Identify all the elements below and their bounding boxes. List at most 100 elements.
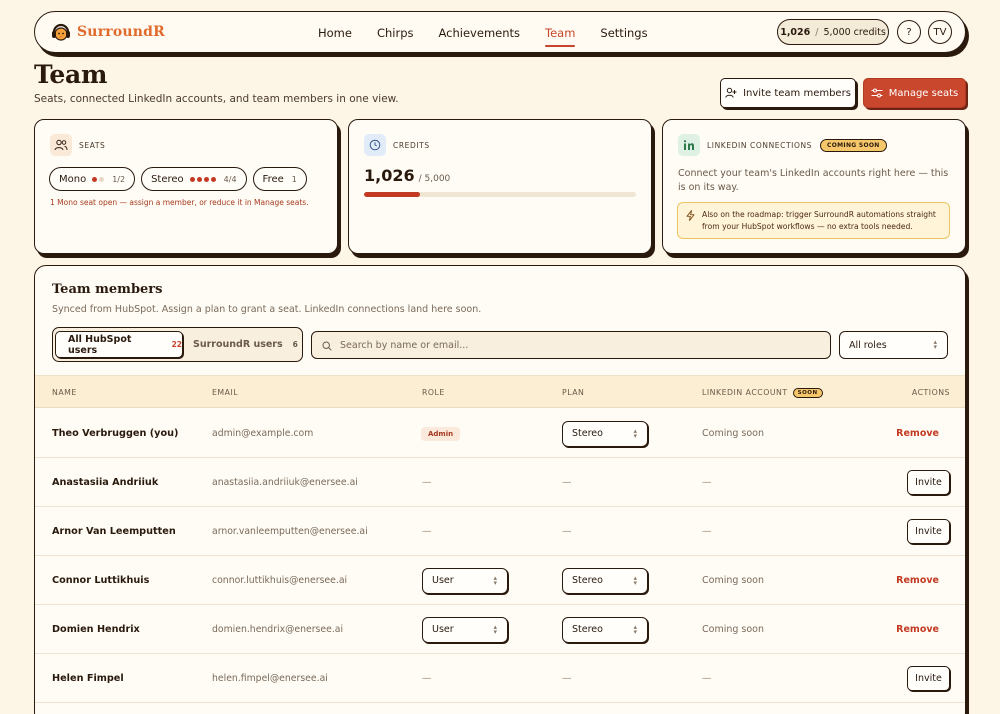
page-subtitle: Seats, connected LinkedIn accounts, and …: [34, 93, 399, 105]
member-plan: Stereo ▴ ▾: [562, 409, 648, 458]
member-actions: Remove: [896, 556, 950, 605]
credits-used-value: 1,026: [364, 166, 415, 185]
updown-icon: ▴ ▾: [933, 338, 937, 351]
member-email: admin@example.com: [212, 428, 314, 439]
tab-count: 22: [171, 340, 182, 349]
member-role: —: [422, 507, 432, 556]
remove-button[interactable]: Remove: [896, 428, 939, 439]
seat-chip-free[interactable]: Free 1: [252, 167, 307, 191]
member-actions: Invite: [907, 654, 950, 703]
tab-all-hubspot-users[interactable]: All HubSpot users 22: [55, 331, 183, 358]
role-select[interactable]: User ▴ ▾: [422, 567, 508, 594]
nav-home[interactable]: Home: [318, 26, 352, 40]
nav-achievements[interactable]: Achievements: [439, 26, 521, 40]
table-row: Connor Luttikhuis connor.luttikhuis@eners…: [35, 556, 965, 605]
role-select-value: User: [432, 575, 454, 586]
nav-links: Home Chirps Achievements Team Settings: [318, 12, 673, 54]
invite-team-members-label: Invite team members: [743, 87, 851, 99]
search-icon: [322, 336, 332, 355]
plan-select[interactable]: Stereo ▴ ▾: [562, 567, 648, 594]
member-email: arnor.vanleemputten@enersee.ai: [212, 526, 368, 537]
member-plan: Stereo ▴ ▾: [562, 605, 648, 654]
manage-seats-label: Manage seats: [888, 87, 959, 99]
member-actions: Remove: [896, 605, 950, 654]
table-row: Theo Verbruggen (you) admin@example.com Ad…: [35, 409, 965, 458]
member-plan: —: [562, 458, 572, 507]
credits-pill[interactable]: 1,026 / 5,000 credits: [777, 19, 889, 45]
role-select-value: User: [432, 624, 454, 635]
seat-chip-name: Mono: [59, 173, 87, 185]
seats-card: SEATS Mono 1/2 Stereo 4/4 Free 1 1 Mono …: [34, 119, 338, 254]
user-filter-tabs: All HubSpot users 22 SurroundR users 6: [52, 327, 303, 362]
logo[interactable]: SurroundR: [51, 21, 165, 43]
linkedin-icon: [678, 134, 700, 156]
member-plan: —: [562, 654, 572, 703]
user-plus-icon: [725, 87, 737, 99]
logo-text: SurroundR: [77, 24, 165, 40]
credits-separator: /: [815, 26, 819, 38]
roadmap-text: Also on the roadmap: trigger SurroundR a…: [702, 210, 936, 231]
member-linkedin: —: [702, 526, 712, 537]
logo-headphones-icon: [51, 21, 71, 43]
role-empty: —: [422, 673, 432, 684]
member-plan: Stereo ▴ ▾: [562, 556, 648, 605]
updown-icon: ▴ ▾: [633, 426, 637, 440]
table-header: NAME EMAIL ROLE PLAN LINKEDIN ACCOUNT SO…: [35, 375, 965, 409]
invite-button[interactable]: Invite: [907, 666, 950, 691]
invite-team-members-button[interactable]: Invite team members: [720, 78, 856, 108]
credits-value: 1,026/ 5,000: [364, 166, 450, 185]
plan-select[interactable]: Stereo ▴ ▾: [562, 616, 648, 643]
table-row: Domien Hendrix domien.hendrix@enersee.ai U…: [35, 605, 965, 654]
seat-chip-mono[interactable]: Mono 1/2: [49, 167, 136, 191]
remove-button[interactable]: Remove: [896, 575, 939, 586]
nav-team[interactable]: Team: [545, 26, 576, 47]
soon-badge: SOON: [792, 387, 823, 398]
nav-settings[interactable]: Settings: [600, 26, 647, 40]
linkedin-label: LINKEDIN CONNECTIONS: [707, 140, 813, 150]
credits-total: 5,000 credits: [823, 26, 886, 38]
member-name: Domien Hendrix: [52, 624, 140, 635]
plan-empty: —: [562, 673, 572, 684]
member-linkedin: —: [702, 673, 712, 684]
team-members-title: Team members: [52, 282, 163, 297]
member-actions: Remove: [896, 409, 950, 458]
role-empty: —: [422, 477, 432, 488]
table-row: Helen Fimpel helen.fimpel@enersee.ai — — — In…: [35, 654, 965, 703]
nav-chirps[interactable]: Chirps: [377, 26, 414, 40]
invite-button[interactable]: Invite: [907, 470, 950, 495]
invite-button[interactable]: Invite: [907, 519, 950, 544]
page-title: Team: [34, 60, 108, 89]
help-button[interactable]: ?: [897, 20, 921, 44]
col-linkedin: LINKEDIN ACCOUNT SOON: [702, 376, 823, 409]
col-linkedin-label: LINKEDIN ACCOUNT: [702, 388, 788, 397]
seat-note: 1 Mono seat open — assign a member, or r…: [50, 198, 309, 207]
remove-button[interactable]: Remove: [896, 624, 939, 635]
seat-chip-name: Stereo: [151, 173, 184, 185]
manage-seats-button[interactable]: Manage seats: [863, 78, 966, 108]
seat-chip-stereo[interactable]: Stereo 4/4: [141, 167, 247, 191]
clock-icon: [364, 134, 386, 156]
updown-icon: ▴ ▾: [493, 573, 497, 587]
member-email: helen.fimpel@enersee.ai: [212, 673, 328, 684]
col-role: ROLE: [422, 388, 445, 397]
avatar[interactable]: TV: [928, 20, 952, 44]
roles-select-value: All roles: [849, 339, 887, 351]
updown-icon: ▴ ▾: [633, 573, 637, 587]
search-box: [311, 331, 831, 359]
search-input[interactable]: [340, 339, 810, 351]
member-email: anastasiia.andriiuk@enersee.ai: [212, 477, 358, 488]
tab-surroundr-users[interactable]: SurroundR users 6: [193, 331, 298, 358]
member-actions: Invite: [907, 507, 950, 556]
member-linkedin: Coming soon: [702, 428, 765, 439]
role-select[interactable]: User ▴ ▾: [422, 616, 508, 643]
roles-select[interactable]: All roles ▴ ▾: [839, 331, 948, 359]
credits-used: 1,026: [780, 26, 811, 38]
member-name: Anastasiia Andriiuk: [52, 477, 159, 488]
roadmap-callout: Also on the roadmap: trigger SurroundR a…: [677, 202, 950, 239]
plan-select[interactable]: Stereo ▴ ▾: [562, 420, 648, 447]
member-role: —: [422, 654, 432, 703]
admin-badge: Admin: [421, 426, 461, 441]
seat-usage-dots: [92, 176, 106, 182]
coming-soon-badge: COMING SOON: [820, 138, 887, 152]
member-linkedin: —: [702, 477, 712, 488]
